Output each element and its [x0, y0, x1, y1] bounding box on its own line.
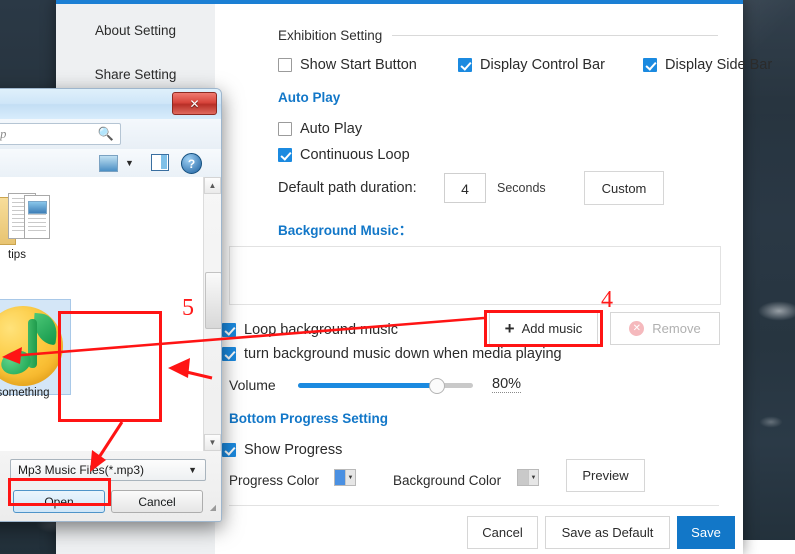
- checkbox-box[interactable]: [222, 323, 236, 337]
- background-music-title: Background Music：: [278, 223, 413, 238]
- seconds-label: Seconds: [497, 181, 546, 195]
- checkbox-box[interactable]: [278, 122, 292, 136]
- caret-down-icon[interactable]: ▼: [204, 434, 221, 451]
- sidebar-item-about-setting[interactable]: About Setting: [56, 9, 215, 53]
- preview-pane-fill: [161, 155, 167, 169]
- checkbox-box[interactable]: [278, 148, 292, 162]
- background-music-list[interactable]: [229, 246, 721, 305]
- annotation-box-music-file: [58, 311, 162, 422]
- bottom-progress-title: Bottom Progress Setting: [229, 411, 389, 426]
- caret-up-icon[interactable]: ▲: [204, 177, 221, 194]
- checkbox-show-progress[interactable]: Show Progress: [222, 442, 342, 458]
- folder-icon: [0, 193, 50, 245]
- exhibition-setting-title: Exhibition Setting: [278, 28, 383, 43]
- duration-input[interactable]: 4: [444, 173, 486, 203]
- annotation-number-5: 5: [182, 295, 194, 321]
- checkbox-label: Continuous Loop: [300, 147, 410, 163]
- exhibition-setting-header: Exhibition Setting: [278, 28, 718, 43]
- checkbox-display-control-bar[interactable]: Display Control Bar: [458, 57, 605, 73]
- sidebar-item-label: Share Setting: [94, 67, 177, 82]
- checkbox-label: Auto Play: [300, 121, 363, 137]
- search-placeholder: Search Desktop: [0, 126, 7, 141]
- view-layout-icon[interactable]: [99, 155, 118, 172]
- background-color-swatch: [518, 470, 528, 485]
- remove-music-button[interactable]: ✕ Remove: [610, 312, 720, 345]
- checkbox-box[interactable]: [222, 347, 236, 361]
- checkbox-loop-background-music[interactable]: Loop background music: [222, 322, 398, 338]
- checkbox-turn-music-down[interactable]: turn background music down when media pl…: [222, 346, 562, 362]
- progress-color-swatch: [335, 470, 345, 485]
- default-path-duration-label: Default path duration:: [278, 180, 417, 196]
- help-icon[interactable]: ?: [181, 153, 202, 174]
- file-label: tips: [8, 249, 26, 261]
- cancel-button[interactable]: Cancel: [111, 490, 203, 513]
- checkbox-continuous-loop[interactable]: Continuous Loop: [278, 147, 410, 163]
- document-page-2: [24, 195, 50, 239]
- scrollbar-thumb[interactable]: [205, 272, 221, 329]
- custom-button[interactable]: Custom: [584, 171, 664, 205]
- document-lines: [28, 214, 46, 234]
- footer-divider: [229, 505, 719, 506]
- dialog-titlebar: ✕: [0, 89, 221, 120]
- progress-color-label: Progress Color: [229, 473, 320, 488]
- checkbox-label: Display Control Bar: [480, 57, 605, 73]
- search-icon[interactable]: 🔍: [98, 126, 114, 142]
- annotation-box-open-button: [8, 478, 111, 506]
- checkbox-show-start-button[interactable]: Show Start Button: [278, 57, 417, 73]
- remove-circle-icon: ✕: [629, 321, 645, 336]
- chevron-down-icon[interactable]: ▼: [188, 465, 205, 475]
- preview-pane-icon[interactable]: [151, 154, 169, 171]
- annotation-box-add-music: [484, 310, 603, 347]
- file-item-tips[interactable]: tips: [0, 193, 50, 261]
- dialog-toolbar: ▼ ?: [0, 149, 221, 178]
- close-icon[interactable]: ✕: [172, 92, 217, 115]
- resize-grip-icon[interactable]: ◢: [210, 503, 217, 512]
- preview-button[interactable]: Preview: [566, 459, 645, 492]
- file-list-scrollbar[interactable]: ▲ ▼: [203, 177, 221, 451]
- checkbox-label: Display Side Bar: [665, 57, 773, 73]
- file-type-value: Mp3 Music Files(*.mp3): [18, 463, 145, 477]
- image-thumbnail: [28, 201, 47, 214]
- auto-play-title: Auto Play: [278, 90, 341, 105]
- annotation-number-4: 4: [601, 287, 613, 313]
- background-color-picker[interactable]: ▼: [517, 469, 539, 486]
- music-file-icon: [0, 306, 63, 386]
- header-rule: [392, 35, 718, 36]
- chevron-down-icon[interactable]: ▼: [345, 470, 355, 485]
- save-button[interactable]: Save: [677, 516, 735, 549]
- background-color-label: Background Color: [393, 473, 502, 488]
- checkbox-label: Loop background music: [244, 322, 398, 338]
- checkbox-box[interactable]: [643, 58, 657, 72]
- slider-knob[interactable]: [429, 378, 445, 394]
- checkbox-label: turn background music down when media pl…: [244, 346, 562, 362]
- checkbox-display-side-bar[interactable]: Display Side Bar: [643, 57, 772, 73]
- search-input[interactable]: Search Desktop 🔍: [0, 123, 121, 145]
- checkbox-label: Show Progress: [244, 442, 343, 458]
- volume-label: Volume: [229, 377, 276, 393]
- sidebar-item-label: About Setting: [94, 23, 177, 38]
- volume-slider[interactable]: [298, 377, 473, 394]
- checkbox-auto-play[interactable]: Auto Play: [278, 121, 362, 137]
- remove-label: Remove: [652, 321, 701, 336]
- checkbox-box[interactable]: [278, 58, 292, 72]
- checkbox-box[interactable]: [458, 58, 472, 72]
- volume-value: 80%: [492, 376, 522, 393]
- checkbox-box[interactable]: [222, 443, 236, 457]
- progress-color-picker[interactable]: ▼: [334, 469, 356, 486]
- checkbox-label: Show Start Button: [300, 57, 417, 73]
- chevron-down-icon[interactable]: ▼: [528, 470, 538, 485]
- slider-fill: [298, 383, 436, 388]
- cancel-button[interactable]: Cancel: [467, 516, 538, 549]
- chevron-down-icon[interactable]: ▼: [125, 158, 134, 168]
- save-as-default-button[interactable]: Save as Default: [545, 516, 670, 549]
